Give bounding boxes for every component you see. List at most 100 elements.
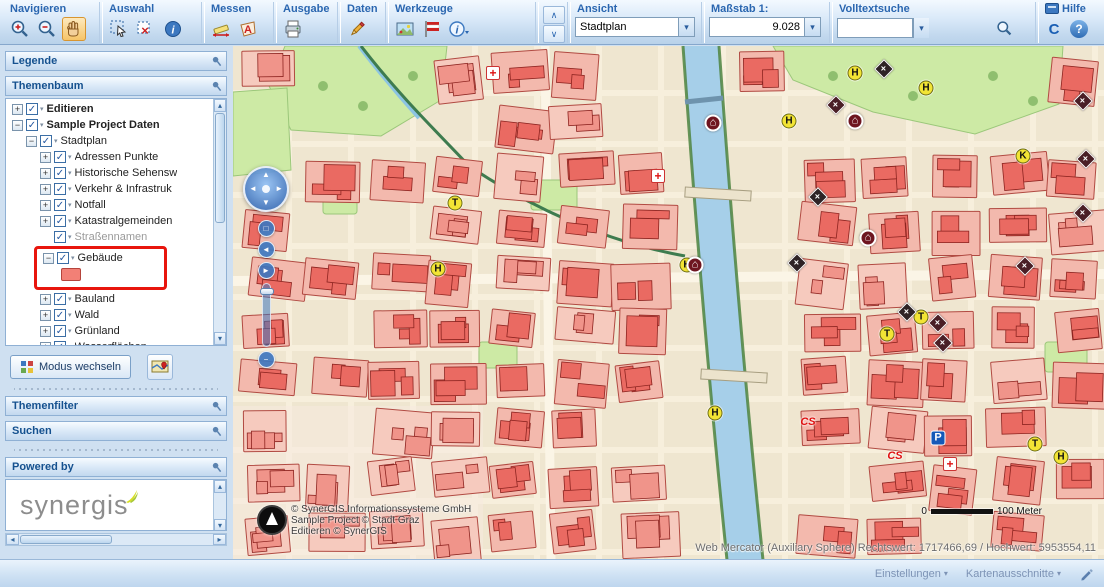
panel-resize-handle[interactable] [14, 448, 218, 452]
layer-checkbox[interactable]: ✓ [26, 119, 38, 131]
layer-checkbox[interactable]: ✓ [54, 199, 66, 211]
layer-checkbox[interactable]: ✓ [26, 103, 38, 115]
scroll-left-icon[interactable]: ◂ [6, 534, 19, 545]
layer-menu-icon[interactable]: ▾ [68, 185, 72, 193]
pin-icon[interactable] [211, 426, 222, 437]
pan-button[interactable] [62, 17, 86, 41]
layer-checkbox[interactable]: ✓ [54, 151, 66, 163]
zoom-in-button[interactable] [8, 17, 32, 41]
tree-item-historische-sehensw[interactable]: +✓▾Historische Sehensw [6, 165, 213, 181]
layer-menu-icon[interactable]: ▾ [40, 121, 44, 129]
measure-distance-button[interactable] [209, 17, 233, 41]
layer-checkbox[interactable]: ✓ [54, 167, 66, 179]
scroll-right-icon[interactable]: ▸ [213, 534, 226, 545]
pin-icon[interactable] [211, 56, 222, 67]
north-arrow[interactable] [257, 505, 287, 535]
collapse-icon[interactable]: − [12, 120, 23, 131]
expand-icon[interactable]: + [40, 326, 51, 337]
expand-icon[interactable]: + [40, 168, 51, 179]
pan-north-icon[interactable]: ▲ [262, 171, 270, 179]
toolbar-scroll-down-button[interactable]: ∨ [543, 25, 565, 43]
layer-menu-icon[interactable]: ▾ [68, 169, 72, 177]
layer-menu-icon[interactable]: ▾ [68, 327, 72, 335]
tree-scrollbar[interactable]: ▴ ▾ [213, 99, 226, 345]
expand-icon[interactable]: + [40, 342, 51, 346]
pan-compass[interactable]: ▲ ▼ ◄ ► [243, 166, 289, 212]
expand-icon[interactable]: + [40, 294, 51, 305]
view-select[interactable]: Stadtplan ▾ [575, 17, 695, 37]
expand-icon[interactable]: + [40, 216, 51, 227]
panel-resize-handle[interactable] [14, 387, 218, 391]
scroll-down-icon[interactable]: ▾ [214, 519, 226, 531]
logo-scrollbar[interactable]: ▴ ▾ [213, 480, 226, 531]
tree-item-grünland[interactable]: +✓▾Grünland [6, 323, 213, 339]
layer-checkbox[interactable]: ✓ [40, 135, 52, 147]
pan-south-icon[interactable]: ▼ [262, 199, 270, 207]
collapse-icon[interactable]: − [26, 136, 37, 147]
tree-item-sample-project-daten[interactable]: −✓▾Sample Project Daten [6, 117, 213, 133]
window-icon[interactable] [1045, 3, 1059, 14]
layer-checkbox[interactable]: ✓ [54, 231, 66, 243]
expand-icon[interactable]: + [40, 152, 51, 163]
tree-item-stadtplan[interactable]: −✓▾Stadtplan [6, 133, 213, 149]
edit-pencil-icon[interactable] [1079, 566, 1094, 581]
flag-tool-button[interactable] [420, 17, 444, 41]
identify-button[interactable]: i [161, 17, 185, 41]
tree-item-editieren[interactable]: +✓▾Editieren [6, 101, 213, 117]
tree-item-straßennamen[interactable]: ✓▾Straßennamen [6, 229, 213, 245]
scrollbar-thumb[interactable] [20, 535, 112, 544]
switch-mode-button[interactable]: Modus wechseln [10, 355, 131, 379]
map-tool-button[interactable] [147, 354, 173, 380]
fulltext-search-input[interactable] [837, 18, 913, 38]
layer-menu-icon[interactable]: ▾ [68, 295, 72, 303]
layer-menu-icon[interactable]: ▾ [68, 217, 72, 225]
zoom-full-extent-button[interactable]: □ [258, 220, 275, 237]
pin-icon[interactable] [211, 81, 222, 92]
help-button[interactable]: ? [1068, 17, 1090, 41]
layer-checkbox[interactable]: ✓ [57, 252, 69, 264]
tree-item-gebäude[interactable]: −✓▾Gebäude [39, 250, 162, 266]
tree-item-wald[interactable]: +✓▾Wald [6, 307, 213, 323]
layer-menu-icon[interactable]: ▾ [54, 137, 58, 145]
scroll-down-icon[interactable]: ▾ [214, 332, 226, 345]
edit-data-button[interactable] [345, 17, 369, 41]
tree-item-adressen-punkte[interactable]: +✓▾Adressen Punkte [6, 149, 213, 165]
zoom-slider[interactable] [262, 283, 271, 347]
layer-checkbox[interactable]: ✓ [54, 183, 66, 195]
layer-menu-icon[interactable]: ▾ [68, 201, 72, 209]
pan-east-icon[interactable]: ► [275, 185, 283, 193]
expand-icon[interactable]: + [12, 104, 23, 115]
pin-icon[interactable] [211, 462, 222, 473]
layer-checkbox[interactable]: ✓ [54, 325, 66, 337]
info-tool-button[interactable]: i [447, 17, 471, 41]
sidebar-hscrollbar[interactable]: ◂ ▸ [5, 533, 227, 546]
expand-icon[interactable]: + [40, 310, 51, 321]
image-tool-button[interactable] [393, 17, 417, 41]
expand-icon[interactable]: + [40, 200, 51, 211]
tree-item-wasserflächen[interactable]: +✓▾Wasserflächen [6, 339, 213, 345]
toolbar-scroll-up-button[interactable]: ∧ [543, 6, 565, 24]
layer-menu-icon[interactable]: ▾ [68, 311, 72, 319]
layer-menu-icon[interactable]: ▾ [71, 254, 75, 262]
scroll-up-icon[interactable]: ▴ [214, 99, 226, 112]
scale-select[interactable]: 9.028 ▾ [709, 17, 821, 37]
previous-extent-button[interactable]: ◄ [258, 241, 275, 258]
tree-item-katastralgemeinden[interactable]: +✓▾Katastralgemeinden [6, 213, 213, 229]
tree-item-notfall[interactable]: +✓▾Notfall [6, 197, 213, 213]
search-dropdown-button[interactable]: ▾ [913, 18, 929, 38]
scrollbar-thumb[interactable] [215, 113, 225, 223]
layer-checkbox[interactable]: ✓ [54, 293, 66, 305]
refresh-button[interactable]: C [1043, 17, 1065, 41]
panel-header-themenbaum[interactable]: Themenbaum [5, 76, 227, 96]
settings-link[interactable]: Einstellungen ▾ [875, 568, 948, 580]
pin-icon[interactable] [211, 401, 222, 412]
layer-checkbox[interactable]: ✓ [54, 215, 66, 227]
panel-header-powered-by[interactable]: Powered by [5, 457, 227, 477]
zoom-slider-handle[interactable] [260, 288, 274, 295]
print-button[interactable] [281, 17, 305, 41]
zoom-out-button[interactable] [35, 17, 59, 41]
layer-checkbox[interactable]: ✓ [54, 309, 66, 321]
map-extents-link[interactable]: Kartenausschnitte ▾ [966, 568, 1061, 580]
panel-header-themenfilter[interactable]: Themenfilter [5, 396, 227, 416]
layer-menu-icon[interactable]: ▾ [68, 343, 72, 345]
